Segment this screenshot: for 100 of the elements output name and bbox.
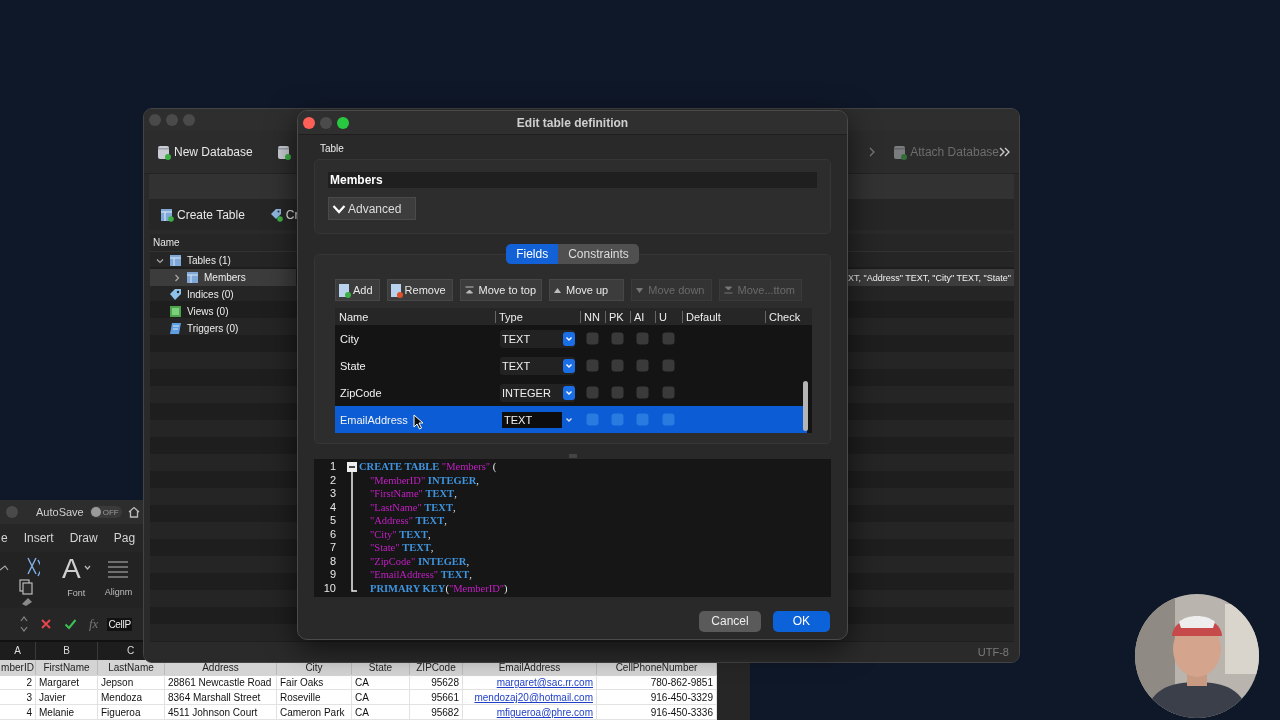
code-line: "LastName" TEXT, <box>369 500 457 515</box>
table-cell: CA <box>352 690 410 705</box>
ribbon-tab[interactable]: Draw <box>69 531 98 545</box>
table-cell: 95628 <box>410 675 463 690</box>
autosave-toggle[interactable]: OFF <box>89 506 122 518</box>
window-title: Edit table definition <box>516 115 629 130</box>
autosave-label: AutoSave <box>36 506 84 518</box>
line-number: 10 <box>322 581 336 596</box>
line-number: 7 <box>328 541 336 555</box>
table-cell: CA <box>352 705 410 720</box>
ribbon-tab[interactable]: Insert <box>23 531 54 545</box>
field-name: State <box>339 359 366 372</box>
toolbar-button[interactable]: Create Table <box>160 207 245 222</box>
table-cell: 916-450-3329 <box>597 690 717 705</box>
type-dropdown[interactable]: TEXT <box>500 329 575 348</box>
column-header[interactable]: Type <box>495 310 580 323</box>
line-number: 2 <box>328 473 336 488</box>
tree-item[interactable]: Members <box>150 269 296 286</box>
table-cell: CA <box>352 675 410 690</box>
column-header[interactable]: U <box>655 310 682 323</box>
toolbar-button[interactable]: Move up <box>549 279 625 301</box>
line-number: 3 <box>328 487 336 501</box>
email-link[interactable]: margaret@sac.rr.com <box>496 677 593 688</box>
toolbar-button[interactable]: New Database <box>157 144 253 160</box>
type-dropdown[interactable]: INTEGER <box>500 383 575 402</box>
table-cell: 4 <box>0 705 36 720</box>
ok-button[interactable]: OK <box>772 611 830 632</box>
table-cell: 3 <box>0 690 36 705</box>
line-number: 9 <box>328 568 336 582</box>
toolbar-button[interactable]: Remove <box>386 279 453 301</box>
field-name: ZipCode <box>339 386 382 399</box>
table-cell: Mendoza <box>98 690 165 705</box>
table-cell: Cameron Park <box>277 705 352 720</box>
field-row[interactable]: EmailAddress TEXT <box>335 406 807 433</box>
code-line: "FirstName" TEXT, <box>369 487 458 501</box>
group-label: Font <box>67 588 86 598</box>
advanced-button[interactable]: Advanced <box>328 197 417 220</box>
table-cell: Margaret <box>36 675 98 690</box>
table-name-field[interactable]: Members <box>328 172 817 188</box>
email-link[interactable]: mfigueroa@phre.com <box>496 707 593 718</box>
table-cell: 916-450-3336 <box>597 705 717 720</box>
schema-text: XT, "Address" TEXT, "City" TEXT, "State" <box>848 272 1011 283</box>
table-cell: 28861 Newcastle Road <box>165 675 277 690</box>
toolbar-button[interactable]: Cr <box>268 207 299 222</box>
table-cell: 4511 Johnson Court <box>165 705 277 720</box>
field-name: City <box>339 332 359 345</box>
item-label: Indices (0) <box>187 289 234 300</box>
encoding-label: UTF-8 <box>977 646 1009 658</box>
column-header[interactable]: PK <box>605 310 630 323</box>
code-line: "City" TEXT, <box>369 527 432 542</box>
toolbar-button[interactable]: Add <box>335 279 380 301</box>
formula-field[interactable]: CellP <box>107 617 132 631</box>
table-cell: 2 <box>0 675 36 690</box>
table-cell: Melanie <box>36 705 98 720</box>
ribbon-tab[interactable]: Pag <box>113 531 136 545</box>
field-row[interactable]: ZipCode INTEGER <box>335 379 807 406</box>
table-cell: Javier <box>36 690 98 705</box>
email-link[interactable]: mendozaj20@hotmail.com <box>474 692 593 703</box>
column-header[interactable]: AI <box>630 310 655 323</box>
item-label: Views (0) <box>187 306 229 317</box>
column-header[interactable]: NN <box>580 310 605 323</box>
code-line: "Address" TEXT, <box>369 514 448 528</box>
table-cell: 780-862-9851 <box>597 675 717 690</box>
cancel-button[interactable]: Cancel <box>699 611 761 632</box>
column-header: FirstName <box>36 660 98 676</box>
column-header[interactable]: Name <box>335 310 495 323</box>
section-label: Table <box>320 142 345 156</box>
field-row[interactable]: City TEXT <box>335 325 807 352</box>
column-header[interactable]: Default <box>682 310 765 323</box>
code-line: PRIMARY KEY("MemberID") <box>369 581 508 596</box>
line-number: 8 <box>328 554 336 569</box>
line-number: 5 <box>328 514 336 528</box>
tree-item[interactable]: Tables (1) <box>150 252 296 269</box>
code-line: "EmailAddress" TEXT, <box>369 568 473 582</box>
table-cell: Figueroa <box>98 705 165 720</box>
item-label: Triggers (0) <box>187 323 239 334</box>
table-cell: Fair Oaks <box>277 675 352 690</box>
line-number: 4 <box>328 500 336 515</box>
table-cell: 8364 Marshall Street <box>165 690 277 705</box>
code-line: "State" TEXT, <box>369 541 435 555</box>
ribbon-tab[interactable]: e <box>1 531 8 545</box>
field-row[interactable]: State TEXT <box>335 352 807 379</box>
tree-item[interactable]: Indices (0) <box>150 286 296 303</box>
code-line: CREATE TABLE "Members" ( <box>359 460 498 474</box>
code-line: "MemberID" INTEGER, <box>369 473 480 488</box>
toolbar-button[interactable]: Move to top <box>459 279 543 301</box>
tree-item[interactable]: Views (0) <box>150 303 296 320</box>
line-number: 1 <box>328 460 336 474</box>
item-label: Tables (1) <box>187 255 231 266</box>
column-header[interactable]: Check <box>765 310 812 323</box>
table-cell: Jepson <box>98 675 165 690</box>
line-number: 6 <box>328 527 336 542</box>
tab[interactable]: Constraints <box>558 244 639 264</box>
tree-item[interactable]: Triggers (0) <box>150 320 296 337</box>
column-header: LastName <box>98 660 165 676</box>
font-button[interactable]: A <box>62 554 91 584</box>
tab[interactable]: Fields <box>506 244 559 264</box>
field-name: EmailAddress <box>339 413 408 426</box>
type-dropdown[interactable]: TEXT <box>500 356 575 375</box>
column-letter[interactable]: C <box>98 642 142 660</box>
